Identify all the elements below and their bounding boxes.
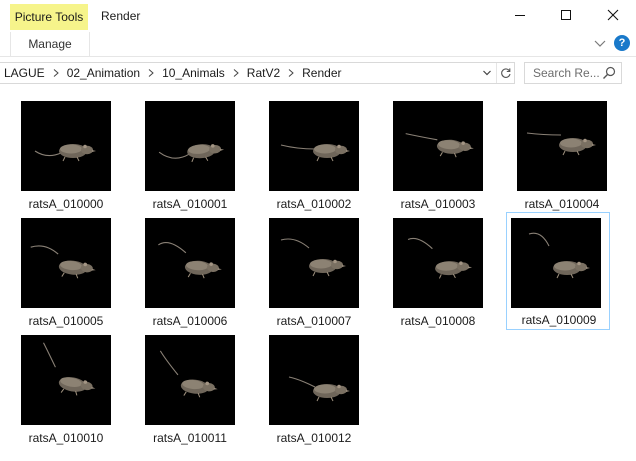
- close-icon: [607, 9, 619, 21]
- image-thumbnail: [393, 218, 483, 308]
- file-item[interactable]: ratsA_010002: [259, 100, 375, 213]
- image-thumbnail: [511, 218, 601, 308]
- close-button[interactable]: [590, 0, 636, 30]
- image-thumbnail: [393, 101, 483, 191]
- file-name-label: ratsA_010006: [152, 314, 228, 328]
- chevron-right-icon[interactable]: [282, 68, 300, 78]
- image-thumbnail: [269, 101, 359, 191]
- window-title: Render: [101, 9, 141, 23]
- search-input[interactable]: Search Re...: [524, 62, 622, 84]
- ribbon-expand-button[interactable]: [592, 36, 608, 50]
- file-item[interactable]: ratsA_010008: [383, 217, 499, 330]
- picture-tools-label: Picture Tools: [10, 4, 88, 30]
- file-list: ratsA_010000 ratsA_010001 ratsA_010002 rats…: [0, 90, 636, 461]
- search-icon[interactable]: [601, 65, 617, 81]
- tab-manage[interactable]: Manage: [10, 32, 90, 56]
- image-thumbnail: [21, 101, 111, 191]
- file-item[interactable]: ratsA_010009: [506, 212, 610, 330]
- file-name-label: ratsA_010001: [152, 197, 228, 211]
- breadcrumb: LAGUE 02_Animation 10_Animals RatV2 Rend…: [2, 63, 344, 83]
- image-thumbnail: [21, 218, 111, 308]
- address-bar[interactable]: LAGUE 02_Animation 10_Animals RatV2 Rend…: [0, 62, 515, 84]
- image-thumbnail: [517, 101, 607, 191]
- file-name-label: ratsA_010009: [521, 313, 597, 327]
- title-bar: Picture Tools Manage Render ?: [0, 0, 636, 57]
- help-icon: ?: [618, 37, 626, 49]
- minimize-button[interactable]: [497, 0, 543, 30]
- file-name-label: ratsA_010005: [28, 314, 104, 328]
- file-name-label: ratsA_010008: [400, 314, 476, 328]
- maximize-button[interactable]: [543, 0, 589, 30]
- image-thumbnail: [145, 101, 235, 191]
- file-item[interactable]: ratsA_010010: [11, 334, 127, 447]
- chevron-right-icon[interactable]: [227, 68, 245, 78]
- chevron-right-icon[interactable]: [142, 68, 160, 78]
- image-thumbnail: [145, 335, 235, 425]
- chevron-down-icon: [483, 70, 491, 76]
- image-thumbnail: [145, 218, 235, 308]
- file-item[interactable]: ratsA_010003: [383, 100, 499, 213]
- chevron-down-icon: [594, 40, 606, 47]
- breadcrumb-item-ratv2[interactable]: RatV2: [245, 66, 282, 80]
- file-name-label: ratsA_010000: [28, 197, 104, 211]
- file-item[interactable]: ratsA_010006: [135, 217, 251, 330]
- image-thumbnail: [269, 335, 359, 425]
- breadcrumb-item-render[interactable]: Render: [300, 66, 343, 80]
- file-name-label: ratsA_010003: [400, 197, 476, 211]
- picture-tools-group: Picture Tools Manage: [10, 0, 90, 56]
- file-name-label: ratsA_010007: [276, 314, 352, 328]
- refresh-icon: [501, 68, 511, 78]
- breadcrumb-item-animals[interactable]: 10_Animals: [160, 66, 227, 80]
- file-item[interactable]: ratsA_010012: [259, 334, 375, 447]
- image-thumbnail: [269, 218, 359, 308]
- help-button[interactable]: ?: [614, 35, 630, 51]
- file-explorer-window: Picture Tools Manage Render ? LAGUE 02_A…: [0, 0, 636, 461]
- file-item[interactable]: ratsA_010005: [11, 217, 127, 330]
- image-thumbnail: [21, 335, 111, 425]
- file-item[interactable]: ratsA_010007: [259, 217, 375, 330]
- address-history-button[interactable]: [478, 63, 496, 83]
- refresh-button[interactable]: [496, 63, 515, 83]
- file-name-label: ratsA_010010: [28, 431, 104, 445]
- file-item[interactable]: ratsA_010011: [135, 334, 251, 447]
- file-item[interactable]: ratsA_010004: [507, 100, 623, 213]
- breadcrumb-item-lague[interactable]: LAGUE: [2, 66, 47, 80]
- file-name-label: ratsA_010004: [524, 197, 600, 211]
- minimize-icon: [515, 15, 525, 16]
- breadcrumb-item-animation[interactable]: 02_Animation: [65, 66, 142, 80]
- file-name-label: ratsA_010012: [276, 431, 352, 445]
- file-item[interactable]: ratsA_010001: [135, 100, 251, 213]
- search-placeholder: Search Re...: [533, 66, 600, 80]
- file-item[interactable]: ratsA_010000: [11, 100, 127, 213]
- maximize-icon: [561, 10, 571, 20]
- chevron-right-icon[interactable]: [47, 68, 65, 78]
- file-name-label: ratsA_010011: [153, 431, 227, 445]
- file-name-label: ratsA_010002: [276, 197, 352, 211]
